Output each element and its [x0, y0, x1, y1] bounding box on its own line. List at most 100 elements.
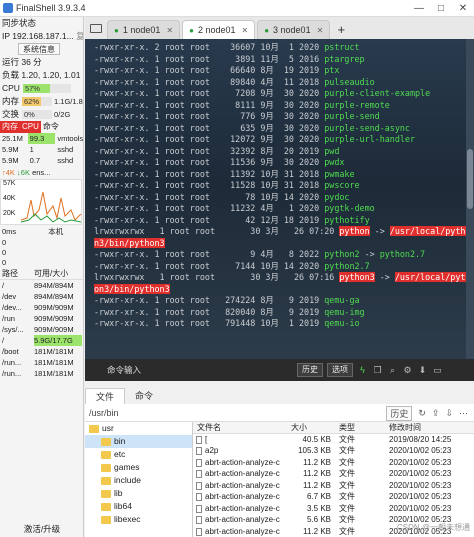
terminal-line: -rwxr-xr-x. 1 root root 791448 10月 1 201…	[94, 318, 360, 328]
col-name[interactable]: 文件名	[193, 422, 287, 433]
command-bar: 命令输入 历史 选项 ϟ ❐ ⌕ ⚙ ⬇ ▭	[85, 359, 474, 381]
disk-size: 894M/894M	[34, 292, 74, 301]
down-arrow-icon[interactable]: ⬇	[417, 364, 428, 376]
terminal-scrollbar[interactable]	[466, 39, 474, 359]
terminal-filename: qemu-ga	[324, 295, 360, 305]
terminal-line: -rwxr-xr-x. 2 root root 36607 10月 1 2020…	[94, 42, 360, 52]
copy-icon[interactable]: ❐	[372, 364, 383, 376]
file-size: 5.6 KB	[306, 515, 331, 524]
close-tab-icon[interactable]: ✕	[241, 26, 248, 35]
disk-header-size[interactable]: 可用/大小	[34, 268, 68, 279]
tree-item-lib[interactable]: lib	[85, 487, 192, 500]
file-history-button[interactable]: 历史	[386, 405, 413, 421]
folder-icon	[101, 515, 111, 524]
tree-item-label: libexec	[114, 514, 141, 524]
col-type[interactable]: 类型	[335, 422, 385, 433]
file-row[interactable]: a2p 105.3 KB 文件 2020/10/02 05:23	[193, 445, 474, 457]
file-size: 11.2 KB	[303, 457, 331, 467]
search-icon[interactable]: ⌕	[387, 364, 398, 376]
disk-row[interactable]: /dev 894M/894M	[0, 291, 83, 302]
file-type: 文件	[339, 457, 355, 467]
col-size[interactable]: 大小	[287, 422, 335, 433]
folder-icon[interactable]	[85, 17, 107, 39]
terminal-link-target-wrap: on3/bin/python3	[94, 283, 170, 294]
file-name-text: [	[205, 434, 208, 444]
file-name: abrt-action-analyze-c	[193, 503, 287, 515]
file-row[interactable]: [40.5 KB 文件 2019/08/20 14:25	[193, 434, 474, 446]
proc-header-cpu[interactable]: CPU	[20, 121, 41, 133]
terminal-output: -rwxr-xr-x. 2 root root 36607 10月 1 2020…	[85, 39, 474, 330]
file-type: 文件	[339, 434, 355, 444]
disk-path: /	[2, 281, 5, 290]
settings-icon[interactable]: ⚙	[402, 364, 413, 376]
expand-icon[interactable]: ▭	[432, 364, 443, 376]
disk-row[interactable]: / 894M/894M	[0, 280, 83, 291]
disk-row[interactable]: / 5.9G/17.7G	[0, 335, 83, 346]
disk-row[interactable]: /sys/... 909M/909M	[0, 324, 83, 335]
tree-item-libexec[interactable]: libexec	[85, 513, 192, 526]
command-input[interactable]: 命令输入	[107, 364, 297, 376]
process-row[interactable]: 5.9M 0.7 sshd	[0, 155, 83, 166]
close-button[interactable]: ✕	[452, 0, 474, 17]
tab-3[interactable]: ● 3 node01 ✕	[257, 20, 331, 39]
process-row[interactable]: 5.9M 1 sshd	[0, 144, 83, 155]
swap-meter: 0%	[22, 110, 53, 120]
tree-item-etc[interactable]: etc	[85, 448, 192, 461]
proc-header-mem[interactable]: 内存	[0, 121, 20, 133]
tab-commands[interactable]: 命令	[125, 388, 163, 404]
disk-row[interactable]: /boot 181M/181M	[0, 346, 83, 357]
file-row[interactable]: abrt-action-analyze-c 11.2 KB 文件 2020/10/02…	[193, 480, 474, 492]
tree-item-include[interactable]: include	[85, 474, 192, 487]
tab-files[interactable]: 文件	[85, 388, 126, 404]
connected-dot-icon: ●	[114, 25, 119, 35]
disk-size: 5.9G/17.7G	[34, 335, 82, 346]
terminal-line: -rwxr-xr-x. 1 root root 66640 8月 19 2019…	[94, 65, 340, 75]
terminal-scroll-thumb[interactable]	[467, 149, 473, 209]
refresh-icon[interactable]: ↻	[418, 408, 426, 419]
process-row[interactable]: 25.1M 99.3 vmtools	[0, 133, 83, 144]
disk-row[interactable]: /run... 181M/181M	[0, 357, 83, 368]
net-interface-select[interactable]: ens...	[32, 168, 50, 177]
system-info-button[interactable]: 系统信息	[18, 43, 60, 55]
col-date[interactable]: 修改时间	[385, 422, 474, 433]
download-icon[interactable]: ⇩	[445, 408, 453, 419]
copy-link[interactable]: 复制	[76, 31, 83, 41]
terminal-line: -rwxr-xr-x. 1 root root 635 9月 30 2020 p…	[94, 122, 410, 133]
add-tab-button[interactable]: +	[332, 20, 350, 39]
close-tab-icon[interactable]: ✕	[166, 26, 173, 35]
file-panel-tabs: 文件 命令	[85, 388, 474, 404]
more-icon[interactable]: ⋯	[459, 408, 468, 419]
history-button[interactable]: 历史	[297, 363, 323, 377]
maximize-button[interactable]: □	[430, 0, 452, 17]
tree-item-lib64[interactable]: lib64	[85, 500, 192, 513]
disk-row[interactable]: /run... 181M/181M	[0, 368, 83, 379]
options-button[interactable]: 选项	[327, 363, 353, 377]
terminal-line: -rwxr-xr-x. 1 root root 12072 9月 30 2020…	[94, 134, 415, 144]
swap-pct: 0%	[24, 110, 35, 120]
disk-row[interactable]: /dev... 909M/909M	[0, 302, 83, 313]
terminal[interactable]: -rwxr-xr-x. 2 root root 36607 10月 1 2020…	[85, 39, 474, 359]
tree-item-label: lib	[114, 488, 123, 498]
proc-header-cmd[interactable]: 命令	[41, 121, 61, 133]
lightning-icon[interactable]: ϟ	[357, 364, 368, 376]
file-size: 105.3 KB	[298, 446, 331, 455]
activate-upgrade-link[interactable]: 激活/升级	[0, 521, 83, 537]
tab-2[interactable]: ● 2 node01 ✕	[182, 20, 256, 39]
disk-header-path[interactable]: 路径	[0, 268, 34, 279]
disk-table-header: 路径 可用/大小	[0, 268, 83, 280]
file-row[interactable]: abrt-action-analyze-c 11.2 KB 文件 2020/10/02…	[193, 457, 474, 469]
minimize-button[interactable]: —	[408, 0, 430, 17]
upload-icon[interactable]: ⇪	[432, 408, 440, 419]
file-row[interactable]: abrt-action-analyze-c 6.7 KB 文件 2020/10/02 …	[193, 491, 474, 503]
tab-1[interactable]: ● 1 node01 ✕	[107, 20, 181, 39]
proc-cmd: sshd	[57, 156, 74, 165]
file-name-text: abrt-action-analyze-c	[205, 457, 280, 467]
file-row[interactable]: abrt-action-analyze-c 3.5 KB 文件 2020/10/02 …	[193, 503, 474, 515]
tree-item-usr[interactable]: usr	[85, 422, 192, 435]
mem-row: 内存 62% 1.1G/1.8G	[0, 95, 83, 108]
close-tab-icon[interactable]: ✕	[317, 26, 324, 35]
tree-item-games[interactable]: games	[85, 461, 192, 474]
file-row[interactable]: abrt-action-analyze-c 11.2 KB 文件 2020/10/02…	[193, 468, 474, 480]
tree-item-bin[interactable]: bin	[85, 435, 192, 448]
disk-row[interactable]: /run 909M/909M	[0, 313, 83, 324]
